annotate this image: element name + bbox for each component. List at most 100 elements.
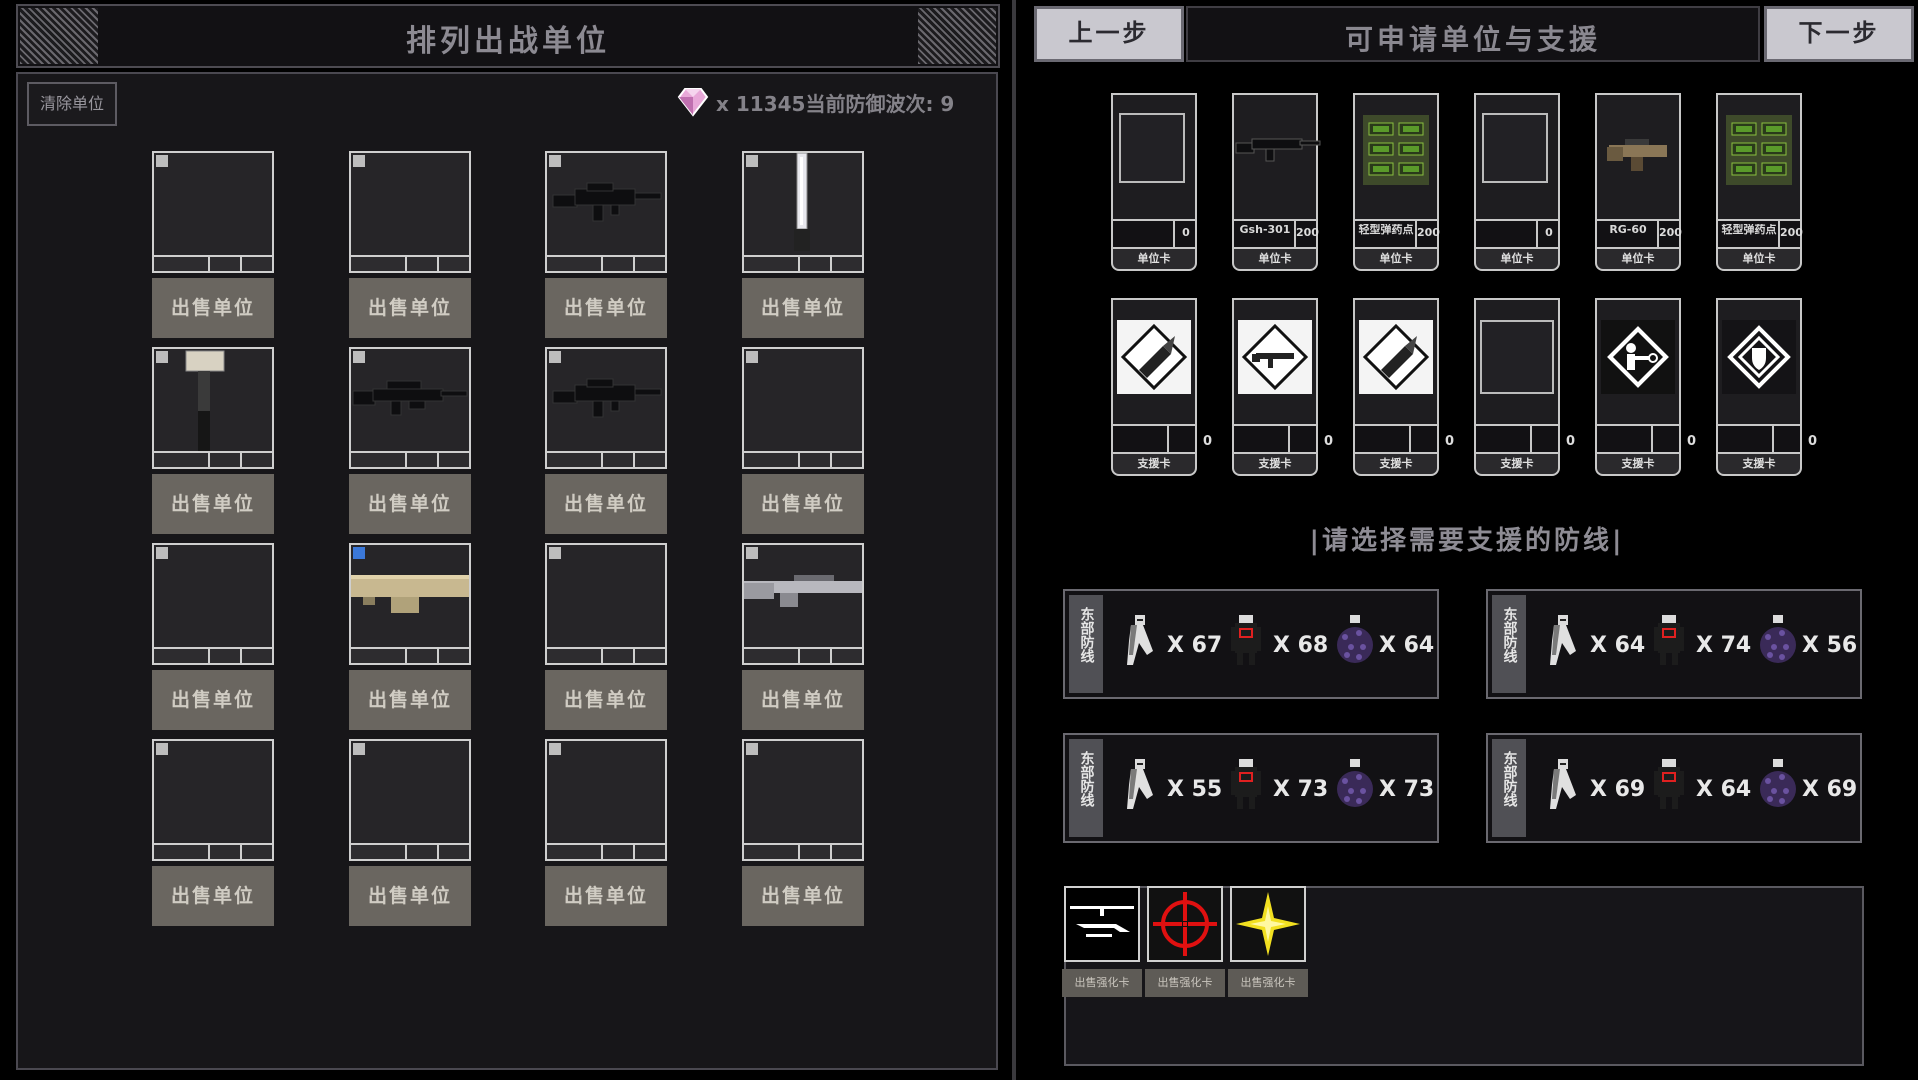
next-step-button[interactable]: 下一步	[1764, 6, 1914, 62]
unit-card[interactable]: 0 单位卡	[1109, 93, 1199, 279]
sell-unit-button[interactable]: 出售单位	[545, 278, 667, 338]
helicopter-icon	[1066, 888, 1138, 964]
support-card-info	[1111, 426, 1197, 454]
empty-card-slot	[1482, 113, 1548, 183]
clear-units-button[interactable]: 清除单位	[27, 82, 117, 126]
unit-slot[interactable]	[742, 347, 864, 469]
support-card-info	[1595, 426, 1681, 454]
slot-corner-marker	[156, 155, 168, 167]
unit-card-tab: 单位卡	[1232, 249, 1318, 271]
slot-corner-marker	[549, 743, 561, 755]
defense-line-panel[interactable]: 东部防线 X 69 X 64 X 69	[1486, 733, 1862, 843]
slot-level-bar	[351, 451, 469, 467]
empty-card-slot	[1119, 113, 1185, 183]
bullet-sign-icon	[1359, 320, 1433, 394]
slot-corner-marker	[549, 547, 561, 559]
prev-step-button[interactable]: 上一步	[1034, 6, 1184, 62]
defense-line-panel[interactable]: 东部防线 X 64 X 74 X 56	[1486, 589, 1862, 699]
unit-card-label: Gsh-301	[1239, 224, 1291, 236]
slot-corner-marker	[746, 351, 758, 363]
unit-slot[interactable]	[545, 347, 667, 469]
sell-enhance-card-button[interactable]: 出售强化卡	[1145, 969, 1225, 997]
sell-unit-button[interactable]: 出售单位	[152, 866, 274, 926]
sell-unit-button[interactable]: 出售单位	[152, 670, 274, 730]
sell-enhance-card-button[interactable]: 出售强化卡	[1228, 969, 1308, 997]
sell-unit-button[interactable]: 出售单位	[152, 474, 274, 534]
unit-slot[interactable]	[742, 543, 864, 665]
crosshair-icon	[1149, 888, 1221, 964]
unit-slot[interactable]	[742, 739, 864, 861]
defense-line-name-text: 东部防线	[1501, 751, 1518, 807]
unit-slot[interactable]	[545, 151, 667, 273]
enhance-card[interactable]	[1064, 886, 1140, 962]
sell-unit-button[interactable]: 出售单位	[152, 278, 274, 338]
support-card[interactable]: 0 支援卡	[1109, 298, 1217, 484]
support-card[interactable]: 0 支援卡	[1593, 298, 1701, 484]
support-card-separator	[1530, 426, 1532, 452]
sell-unit-button[interactable]: 出售单位	[349, 278, 471, 338]
unit-card[interactable]: 轻型弹药点 200 单位卡	[1714, 93, 1804, 279]
support-card-separator	[1288, 426, 1290, 452]
unit-card[interactable]: RG-60 200 单位卡	[1593, 93, 1683, 279]
unit-card-cost: 200	[1296, 226, 1319, 239]
blob-enemy-icon	[1758, 615, 1798, 669]
sell-unit-button[interactable]: 出售单位	[349, 866, 471, 926]
support-card-tab: 支援卡	[1716, 454, 1802, 476]
defense-line-panel[interactable]: 东部防线 X 67 X 68 X 64	[1063, 589, 1439, 699]
sell-unit-button[interactable]: 出售单位	[742, 278, 864, 338]
unit-slot[interactable]	[152, 347, 274, 469]
support-card[interactable]: 0 支援卡	[1230, 298, 1338, 484]
slot-level-bar	[154, 255, 272, 271]
blob-enemy-icon	[1335, 615, 1375, 669]
support-card[interactable]: 0 支援卡	[1714, 298, 1822, 484]
unit-slot[interactable]	[545, 739, 667, 861]
left-title: 排列出战单位	[406, 24, 610, 59]
defense-line-panel[interactable]: 东部防线 X 55 X 73 X 73	[1063, 733, 1439, 843]
sell-unit-button[interactable]: 出售单位	[742, 474, 864, 534]
unit-slot[interactable]	[152, 543, 274, 665]
sell-unit-button[interactable]: 出售单位	[545, 866, 667, 926]
unit-card-label: 轻型弹药点	[1358, 224, 1414, 236]
slot-corner-marker	[549, 155, 561, 167]
unit-card-cost: 0	[1182, 226, 1190, 239]
defense-line-name-text: 东部防线	[1078, 751, 1095, 807]
unit-slot[interactable]	[349, 739, 471, 861]
unit-slot[interactable]	[152, 151, 274, 273]
sell-unit-button[interactable]: 出售单位	[742, 866, 864, 926]
support-card[interactable]: 0 支援卡	[1472, 298, 1580, 484]
unit-slot[interactable]	[349, 543, 471, 665]
unit-slot[interactable]	[349, 347, 471, 469]
slot-level-bar	[351, 647, 469, 663]
support-card-separator	[1772, 426, 1774, 452]
unit-slot[interactable]	[742, 151, 864, 273]
enhance-card[interactable]	[1147, 886, 1223, 962]
support-card[interactable]: 0 支援卡	[1351, 298, 1459, 484]
enemy-count: X 69	[1802, 777, 1858, 802]
sell-unit-button[interactable]: 出售单位	[742, 670, 864, 730]
support-card-count: 0	[1566, 434, 1576, 449]
support-card-count: 0	[1324, 434, 1334, 449]
unit-card[interactable]: Gsh-301 200 单位卡	[1230, 93, 1321, 279]
support-prompt: |请选择需要支援的防线|	[1309, 526, 1625, 556]
sell-unit-button[interactable]: 出售单位	[349, 474, 471, 534]
unit-slot[interactable]	[152, 739, 274, 861]
unit-card-tab: 单位卡	[1595, 249, 1681, 271]
sell-unit-button[interactable]: 出售单位	[545, 474, 667, 534]
unit-slot[interactable]	[349, 151, 471, 273]
support-card-separator	[1651, 426, 1653, 452]
slot-level-bar	[547, 843, 665, 859]
support-card-tab: 支援卡	[1353, 454, 1439, 476]
slot-level-bar	[154, 647, 272, 663]
enemy-count: X 64	[1379, 633, 1435, 658]
sell-enhance-card-button[interactable]: 出售强化卡	[1062, 969, 1142, 997]
unit-card-info: 轻型弹药点 200	[1716, 221, 1803, 249]
blob-enemy-icon	[1758, 759, 1798, 813]
unit-slot[interactable]	[545, 543, 667, 665]
unit-card[interactable]: 0 单位卡	[1472, 93, 1562, 279]
sell-unit-button[interactable]: 出售单位	[349, 670, 471, 730]
unit-card[interactable]: 轻型弹药点 200 单位卡	[1351, 93, 1441, 279]
enhance-card[interactable]	[1230, 886, 1306, 962]
support-card-tab: 支援卡	[1474, 454, 1560, 476]
dark-enemy-icon	[1229, 759, 1263, 813]
sell-unit-button[interactable]: 出售单位	[545, 670, 667, 730]
